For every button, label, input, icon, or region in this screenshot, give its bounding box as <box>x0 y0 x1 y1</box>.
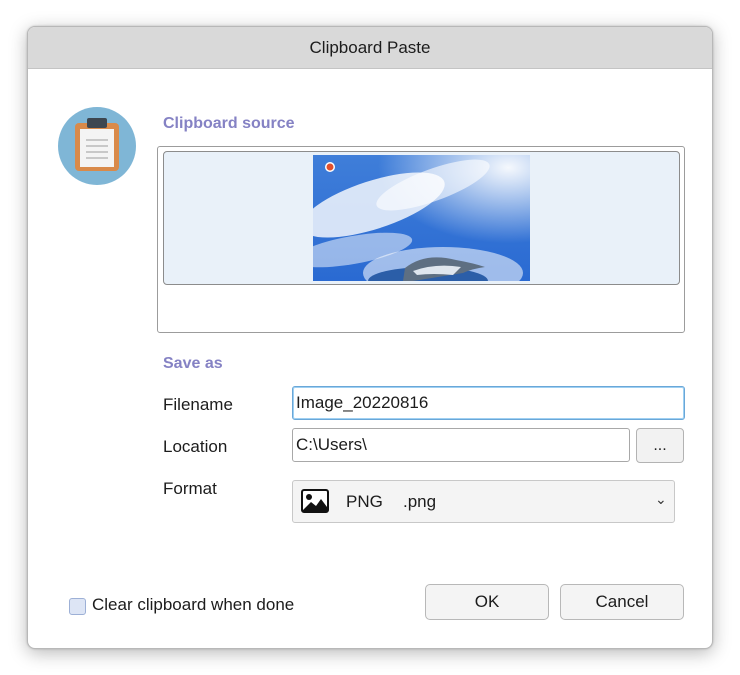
clipboard-icon <box>58 107 136 185</box>
clipboard-source-panel <box>157 146 685 333</box>
image-preview-frame <box>163 151 680 285</box>
filename-label: Filename <box>163 395 233 414</box>
dialog-title: Clipboard Paste <box>309 37 431 57</box>
title-bar[interactable]: Clipboard Paste <box>28 27 712 69</box>
format-label: Format <box>163 479 217 498</box>
clipboard-image-preview <box>313 155 530 281</box>
location-label: Location <box>163 437 228 456</box>
chevron-down-icon: ⌄ <box>655 491 667 507</box>
clear-clipboard-checkbox[interactable] <box>69 598 86 615</box>
save-as-heading: Save as <box>163 355 223 372</box>
browse-button[interactable]: ... <box>636 428 684 463</box>
clear-clipboard-label[interactable]: Clear clipboard when done <box>92 595 294 615</box>
clipboard-paste-dialog: Clipboard Paste Clipboard source Save as… <box>27 26 713 649</box>
filename-input[interactable] <box>292 386 685 420</box>
format-extension: .png <box>403 492 437 511</box>
format-name: PNG <box>346 492 383 511</box>
format-dropdown[interactable]: PNG .png ⌄ <box>292 480 675 523</box>
ok-button[interactable]: OK <box>425 584 549 620</box>
cancel-button[interactable]: Cancel <box>560 584 684 620</box>
image-icon <box>301 489 329 513</box>
location-input[interactable] <box>292 428 630 462</box>
clipboard-source-heading: Clipboard source <box>163 115 295 132</box>
